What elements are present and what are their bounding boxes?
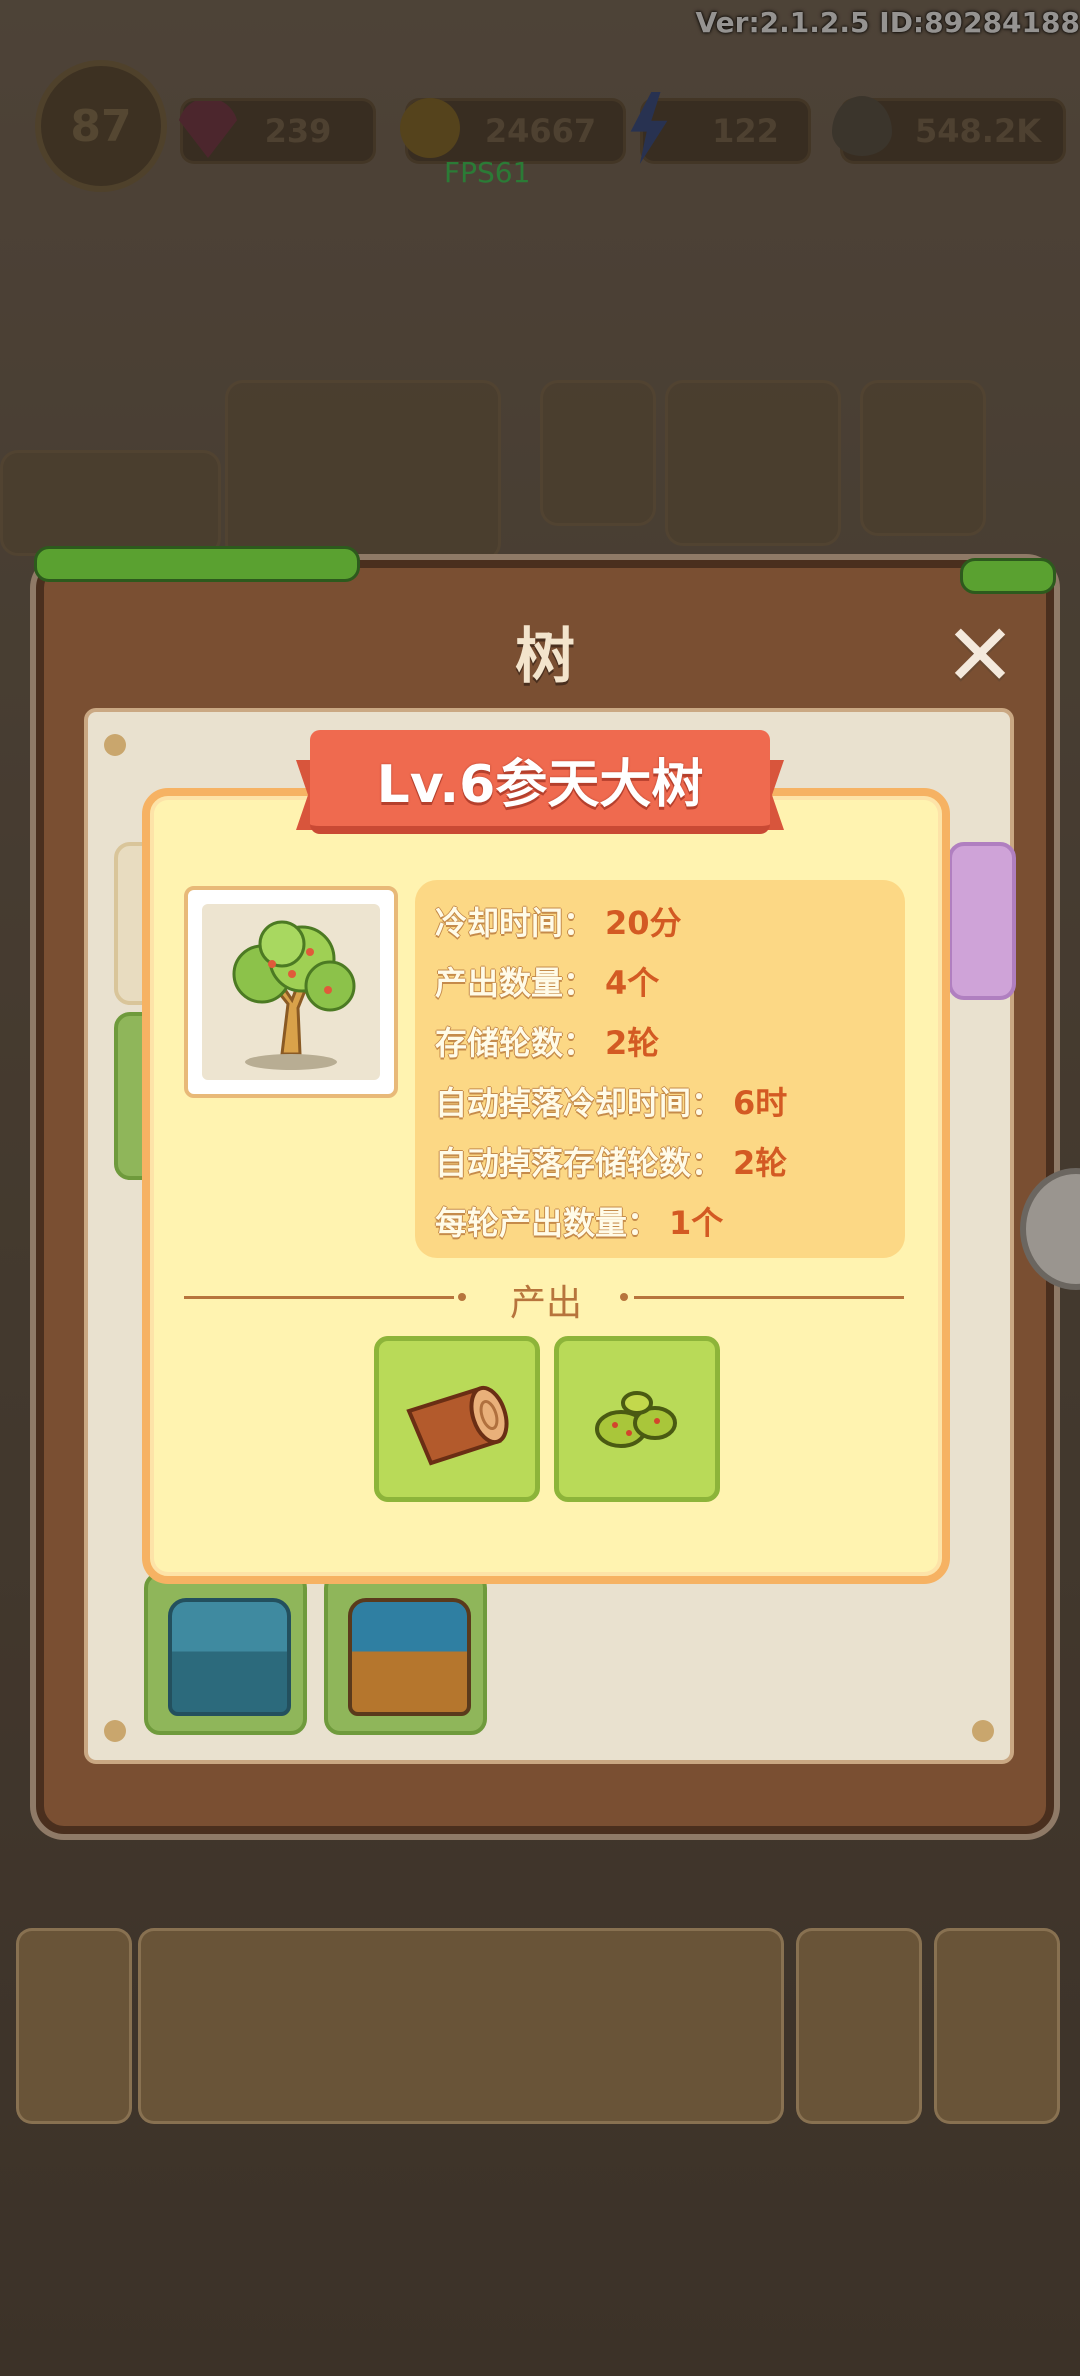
- item-info-panel: [138, 1928, 784, 2124]
- stat-row: 自动掉落冷却时间： 6时: [435, 1078, 787, 1122]
- output-slot-olive[interactable]: [554, 1336, 720, 1502]
- panel-title: 树: [515, 622, 575, 692]
- item-slot[interactable]: [948, 842, 1016, 1000]
- stat-value: 20分: [605, 904, 682, 942]
- stat-key: 自动掉落存储轮数：: [435, 1144, 724, 1182]
- pin-icon: [104, 1720, 126, 1742]
- item-title: Lv.6参天大树: [376, 755, 704, 815]
- stat-row: 存储轮数： 2轮: [435, 1018, 659, 1062]
- stat-row: 冷却时间： 20分: [435, 898, 682, 942]
- olive-icon: [595, 1391, 677, 1448]
- stat-row: 自动掉落存储轮数： 2轮: [435, 1138, 787, 1182]
- stat-key: 冷却时间：: [435, 904, 596, 942]
- stat-value: 4个: [605, 964, 660, 1002]
- vine-decoration: [34, 546, 360, 582]
- chest-slot[interactable]: [144, 1572, 307, 1735]
- close-icon[interactable]: ✕: [940, 613, 1020, 699]
- stat-key: 存储轮数：: [435, 1024, 596, 1062]
- wood-log-icon: [406, 1385, 509, 1466]
- stat-row: 每轮产出数量： 1个: [435, 1198, 723, 1242]
- item-thumbnail: [184, 886, 398, 1098]
- item-detail-popup: 冷却时间： 20分 产出数量： 4个 存储轮数： 2轮 自动掉落冷却时间： 6时 自动掉…: [142, 788, 950, 1584]
- chest-icon: [348, 1598, 471, 1716]
- shop-button[interactable]: [934, 1928, 1060, 2124]
- item-stats-box: 冷却时间： 20分 产出数量： 4个 存储轮数： 2轮 自动掉落冷却时间： 6时 自动掉…: [415, 880, 905, 1258]
- stat-value: 6时: [733, 1084, 788, 1122]
- stat-value: 2轮: [733, 1144, 788, 1182]
- stat-key: 产出数量：: [435, 964, 596, 1002]
- chest-slot[interactable]: [324, 1572, 487, 1735]
- chest-icon: [168, 1598, 291, 1716]
- stat-key: 每轮产出数量：: [435, 1204, 660, 1242]
- tree-icon: [232, 920, 356, 1070]
- stat-value: 1个: [669, 1204, 724, 1242]
- item-title-ribbon: Lv.6参天大树: [296, 730, 784, 840]
- stat-value: 2轮: [605, 1024, 660, 1062]
- stat-key: 自动掉落冷却时间：: [435, 1084, 724, 1122]
- vine-decoration: [960, 558, 1056, 594]
- pin-icon: [972, 1720, 994, 1742]
- pin-icon: [104, 734, 126, 756]
- warehouse-button[interactable]: [796, 1928, 922, 2124]
- bottom-bar: [16, 1928, 1066, 2128]
- output-slot-wood[interactable]: [374, 1336, 540, 1502]
- output-label: 产出: [509, 1283, 582, 1324]
- back-button[interactable]: [16, 1928, 132, 2124]
- stat-row: 产出数量： 4个: [435, 958, 659, 1002]
